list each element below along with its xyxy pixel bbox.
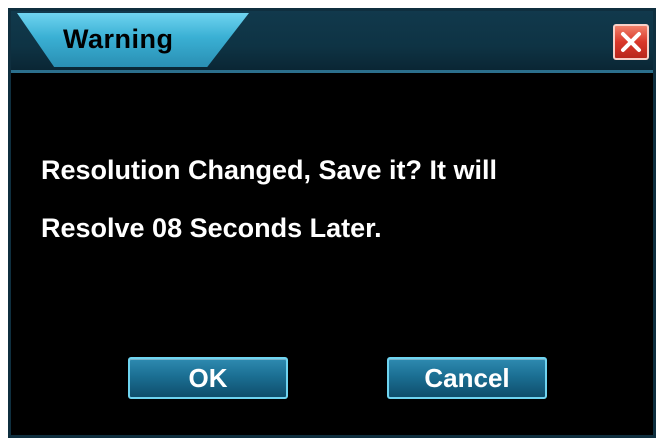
cancel-button[interactable]: Cancel bbox=[387, 357, 547, 399]
dialog-message: Resolution Changed, Save it? It will Res… bbox=[41, 141, 631, 257]
close-button[interactable] bbox=[613, 24, 649, 60]
dialog-title: Warning bbox=[63, 24, 174, 54]
message-line-1: Resolution Changed, Save it? It will bbox=[41, 155, 498, 185]
close-icon bbox=[621, 32, 641, 52]
message-line-2: Resolve 08 Seconds Later. bbox=[41, 213, 382, 243]
ok-button[interactable]: OK bbox=[128, 357, 288, 399]
title-bar: Warning bbox=[11, 11, 653, 73]
warning-dialog: Warning Resolution Changed, Save it? It … bbox=[8, 8, 656, 438]
